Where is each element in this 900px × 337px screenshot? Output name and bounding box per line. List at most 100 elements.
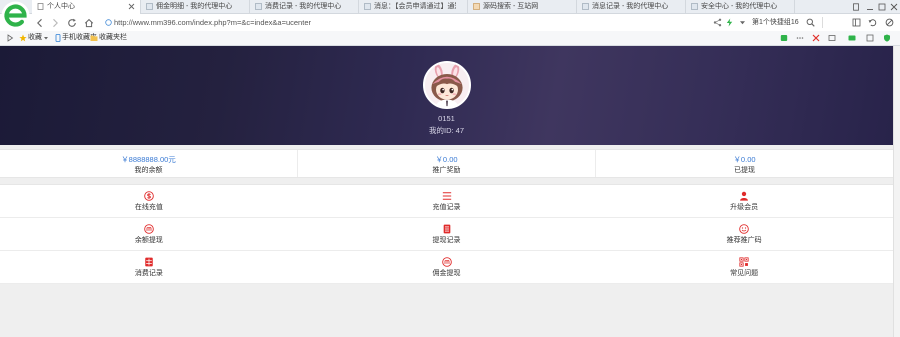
user-id: 我的ID: 47 (428, 126, 464, 135)
tab-label: 佣金明细 - 我的代理中心 (156, 3, 233, 10)
tab-source-search[interactable]: 源码搜索 - 互站网 (468, 0, 577, 13)
green-box-icon[interactable] (848, 34, 856, 42)
minimize-icon[interactable] (866, 3, 874, 11)
menu-item-label: 常见问题 (730, 270, 759, 277)
page-icon (37, 3, 44, 10)
site-icon (473, 3, 480, 10)
skin-icon[interactable] (852, 3, 860, 11)
menu-item-label: 消费记录 (134, 270, 163, 277)
address-bar: 第1个快捷组16 (0, 14, 900, 31)
sidebar-toggle-icon[interactable] (6, 34, 14, 42)
menu-item-label: 余额提现 (134, 237, 163, 244)
m-circle-icon (441, 257, 452, 267)
menu-row: 消费记录 佣金提现 常见问题 (0, 251, 893, 284)
menu-icon[interactable] (885, 18, 894, 27)
more-dots-icon[interactable] (796, 34, 804, 42)
stat-value: ￥8888888.00元 (121, 155, 176, 164)
chevron-down-icon[interactable] (738, 18, 747, 27)
tab-bar: 个人中心 佣金明细 - 我的代理中心 消费记录 - 我的代理中心 消息：【会员申… (0, 0, 900, 14)
profile-banner: 0151 我的ID: 47 (0, 46, 893, 145)
menu-item-label: 升级会员 (730, 204, 759, 211)
menu-item-recharge-records[interactable]: 充值记录 (298, 185, 596, 217)
stat-balance[interactable]: ￥8888888.00元 我的余额 (0, 150, 298, 177)
bookmarks-bar: 收藏 手机收藏夹 收藏夹栏 (0, 31, 900, 46)
url-input[interactable] (114, 15, 704, 30)
function-menu: 在线充值 充值记录 升级会员 余额提现 提现记录 推荐推广码 消费记录 佣金提现… (0, 184, 893, 284)
m-circle-icon (144, 224, 154, 234)
site-icon (146, 3, 153, 10)
toolbar-divider (822, 17, 823, 28)
home-icon[interactable] (84, 18, 94, 28)
tab-label: 个人中心 (47, 3, 75, 10)
stat-value: ￥0.00 (435, 155, 458, 164)
share-icon[interactable] (713, 18, 722, 27)
balance-summary: ￥8888888.00元 我的余额 ￥0.00 推广奖励 ￥0.00 已提现 (0, 149, 893, 178)
stat-label: 我的余额 (134, 167, 163, 174)
forward-arrow-icon[interactable] (50, 18, 60, 28)
menu-item-withdraw-records[interactable]: 提现记录 (298, 218, 596, 250)
menu-item-upgrade-member[interactable]: 升级会员 (595, 185, 893, 217)
back-arrow-icon[interactable] (35, 18, 45, 28)
tab-member-notification[interactable]: 消息：【会员申请通过】通知：您 (359, 0, 468, 13)
qr-code-icon (739, 257, 749, 267)
tab-label: 消费记录 - 我的代理中心 (265, 3, 342, 10)
menu-item-balance-withdraw[interactable]: 余额提现 (0, 218, 298, 250)
folder-icon (90, 34, 98, 42)
browser-logo-icon[interactable] (1, 1, 30, 30)
stat-label: 已提现 (734, 167, 755, 174)
site-icon (691, 3, 698, 10)
page-scrollbar[interactable] (893, 46, 900, 337)
page-security-icon (105, 19, 112, 26)
site-icon (255, 3, 262, 10)
star-icon (19, 34, 27, 42)
phone-icon (54, 34, 62, 42)
menu-item-label: 提现记录 (432, 237, 461, 244)
stat-label: 推广奖励 (432, 167, 461, 174)
tab-commission-details[interactable]: 佣金明细 - 我的代理中心 (141, 0, 250, 13)
scissors-icon[interactable] (812, 34, 820, 42)
search-icon[interactable] (806, 18, 815, 27)
avatar[interactable] (423, 61, 471, 109)
tab-personal-center[interactable]: 个人中心 (32, 0, 141, 14)
grid-document-icon (144, 257, 154, 267)
tab-message-records[interactable]: 消息记录 - 我的代理中心 (577, 0, 686, 13)
nickname: 0151 (438, 114, 455, 123)
maximize-icon[interactable] (878, 3, 886, 11)
smile-icon (739, 224, 749, 234)
stat-promotion-reward[interactable]: ￥0.00 推广奖励 (298, 150, 596, 177)
menu-item-online-recharge[interactable]: 在线充值 (0, 185, 298, 217)
menu-item-label: 充值记录 (432, 204, 461, 211)
screenshot-icon[interactable] (828, 34, 836, 42)
menu-item-referral-code[interactable]: 推荐推广码 (595, 218, 893, 250)
close-tab-icon[interactable] (128, 3, 135, 10)
close-window-icon[interactable] (890, 3, 898, 11)
chevron-down-icon[interactable] (42, 34, 50, 42)
site-icon (364, 3, 371, 10)
document-icon (442, 224, 452, 234)
menu-item-commission-withdraw[interactable]: 佣金提现 (298, 251, 596, 283)
lightning-icon[interactable] (725, 18, 734, 27)
url-box[interactable] (100, 15, 710, 30)
tab-label: 源码搜索 - 互站网 (483, 3, 539, 10)
menu-item-label: 佣金提现 (432, 270, 461, 277)
favorites-menu[interactable]: 收藏 (28, 31, 42, 45)
tab-label: 安全中心 - 我的代理中心 (701, 3, 778, 10)
refresh-icon[interactable] (67, 18, 77, 28)
shield-icon[interactable] (883, 34, 891, 42)
tab-label: 消息：【会员申请通过】通知：您 (374, 3, 456, 10)
menu-row: 余额提现 提现记录 推荐推广码 (0, 218, 893, 251)
tab-consumption-records[interactable]: 消费记录 - 我的代理中心 (250, 0, 359, 13)
stat-withdrawn[interactable]: ￥0.00 已提现 (596, 150, 893, 177)
menu-row: 在线充值 充值记录 升级会员 (0, 185, 893, 218)
menu-item-consumption-records[interactable]: 消费记录 (0, 251, 298, 283)
undo-icon[interactable] (868, 18, 877, 27)
menu-item-faq[interactable]: 常见问题 (595, 251, 893, 283)
tab-security-center[interactable]: 安全中心 - 我的代理中心 (686, 0, 795, 13)
green-book-icon[interactable] (780, 34, 788, 42)
stat-value: ￥0.00 (733, 155, 756, 164)
search-hint[interactable]: 第1个快捷组16 (752, 14, 799, 31)
window-icon[interactable] (866, 34, 874, 42)
tab-label: 消息记录 - 我的代理中心 (592, 3, 669, 10)
sidebar-icon[interactable] (852, 18, 861, 27)
favorites-bar-folder[interactable]: 收藏夹栏 (99, 31, 127, 45)
